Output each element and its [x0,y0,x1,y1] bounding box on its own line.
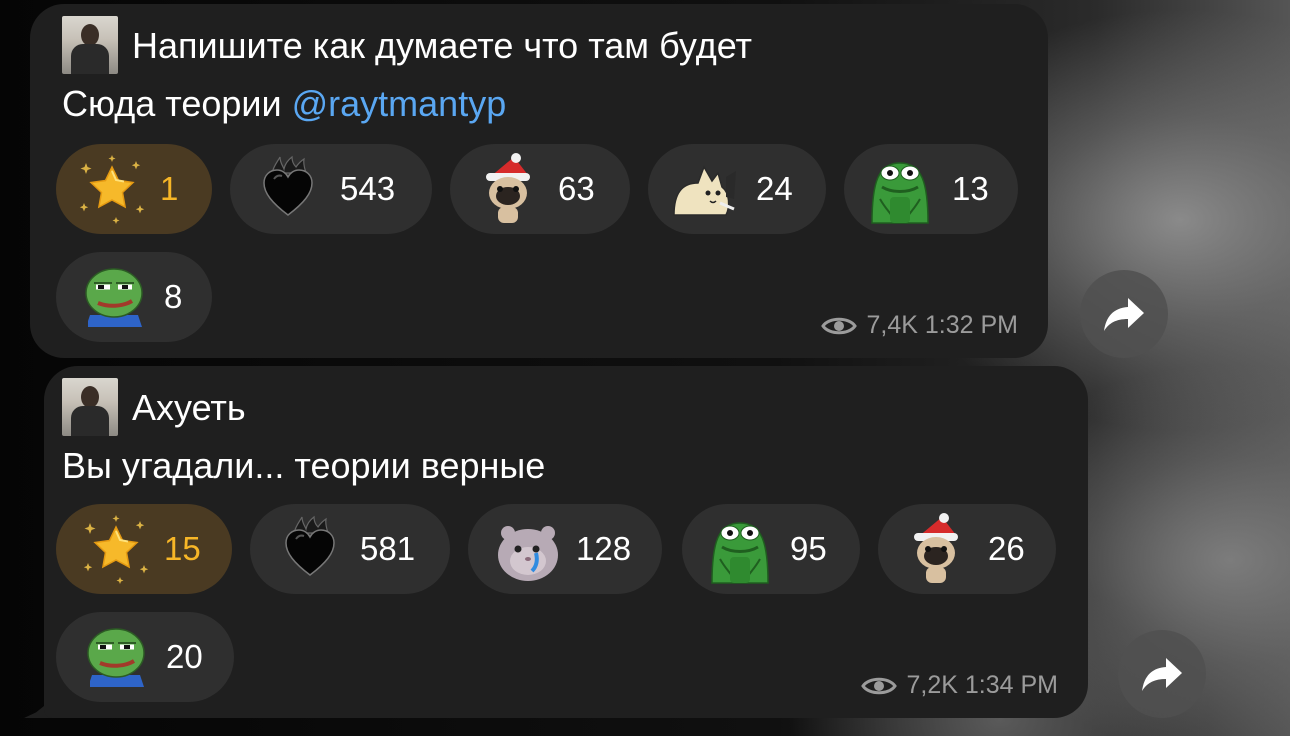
avatar [62,16,118,74]
message-meta: 7,2K 1:34 PM [861,670,1058,700]
reaction-cat[interactable]: 24 [648,144,826,234]
forward-button[interactable] [1118,630,1206,718]
reaction-count: 26 [988,530,1025,567]
cat-icon [668,153,740,225]
black-heart-icon [274,513,346,585]
message-bubble[interactable]: Напишите как думаете что там будет Сюда … [30,4,1048,358]
pepe-smirk-icon [80,621,152,693]
pepe-smirk-icon [78,261,150,333]
view-count: 7,4K [866,311,918,339]
message-text-line: Сюда теории @raytmantyp [62,84,506,124]
crying-hamster-icon [492,513,564,585]
message-text: Сюда теории [62,83,292,124]
message-text-line: Вы угадали... теории верные [62,445,546,486]
reaction-heart[interactable]: 581 [250,504,450,594]
message-time: 1:34 PM [964,671,1058,699]
star-icon [80,513,152,585]
reaction-count: 15 [164,530,201,567]
pepe-frog-icon [704,513,776,585]
share-arrow-icon [1142,658,1182,691]
mention-link[interactable]: @raytmantyp [292,83,507,124]
eye-icon [821,314,857,338]
reaction-star[interactable]: 15 [56,504,232,594]
reaction-smirk[interactable]: 20 [56,612,234,702]
reaction-pug[interactable]: 26 [878,504,1056,594]
reaction-count: 8 [164,278,183,315]
view-count: 7,2K [906,671,958,699]
forward-button[interactable] [1080,270,1168,358]
message-meta: 7,4K 1:32 PM [821,310,1018,340]
reaction-pug[interactable]: 63 [450,144,630,234]
pug-santa-hat-icon [900,513,972,585]
message-bubble[interactable]: Ахуеть Вы угадали... теории верные 15 58… [44,366,1088,718]
avatar [62,378,118,436]
message-time: 1:32 PM [924,311,1018,339]
pepe-frog-icon [864,153,936,225]
reaction-count: 13 [952,170,989,207]
eye-icon [861,674,897,698]
reaction-count: 95 [790,530,827,567]
reaction-count: 63 [558,170,595,207]
reaction-star[interactable]: 1 [56,144,212,234]
reaction-smirk[interactable]: 8 [56,252,212,342]
share-arrow-icon [1104,298,1144,331]
message-text-line: Напишите как думаете что там будет [132,25,753,66]
reaction-heart[interactable]: 543 [230,144,432,234]
pug-santa-hat-icon [472,153,544,225]
black-heart-icon [252,153,324,225]
reaction-frog[interactable]: 13 [844,144,1018,234]
reaction-count: 128 [576,530,632,567]
reaction-count: 20 [166,638,203,675]
reaction-count: 1 [160,170,179,207]
message-text-line: Ахуеть [132,387,246,428]
reaction-frog[interactable]: 95 [682,504,860,594]
star-icon [76,153,148,225]
reaction-count: 543 [340,170,396,207]
reaction-count: 24 [756,170,793,207]
reaction-hamster[interactable]: 128 [468,504,662,594]
reaction-count: 581 [360,530,416,567]
